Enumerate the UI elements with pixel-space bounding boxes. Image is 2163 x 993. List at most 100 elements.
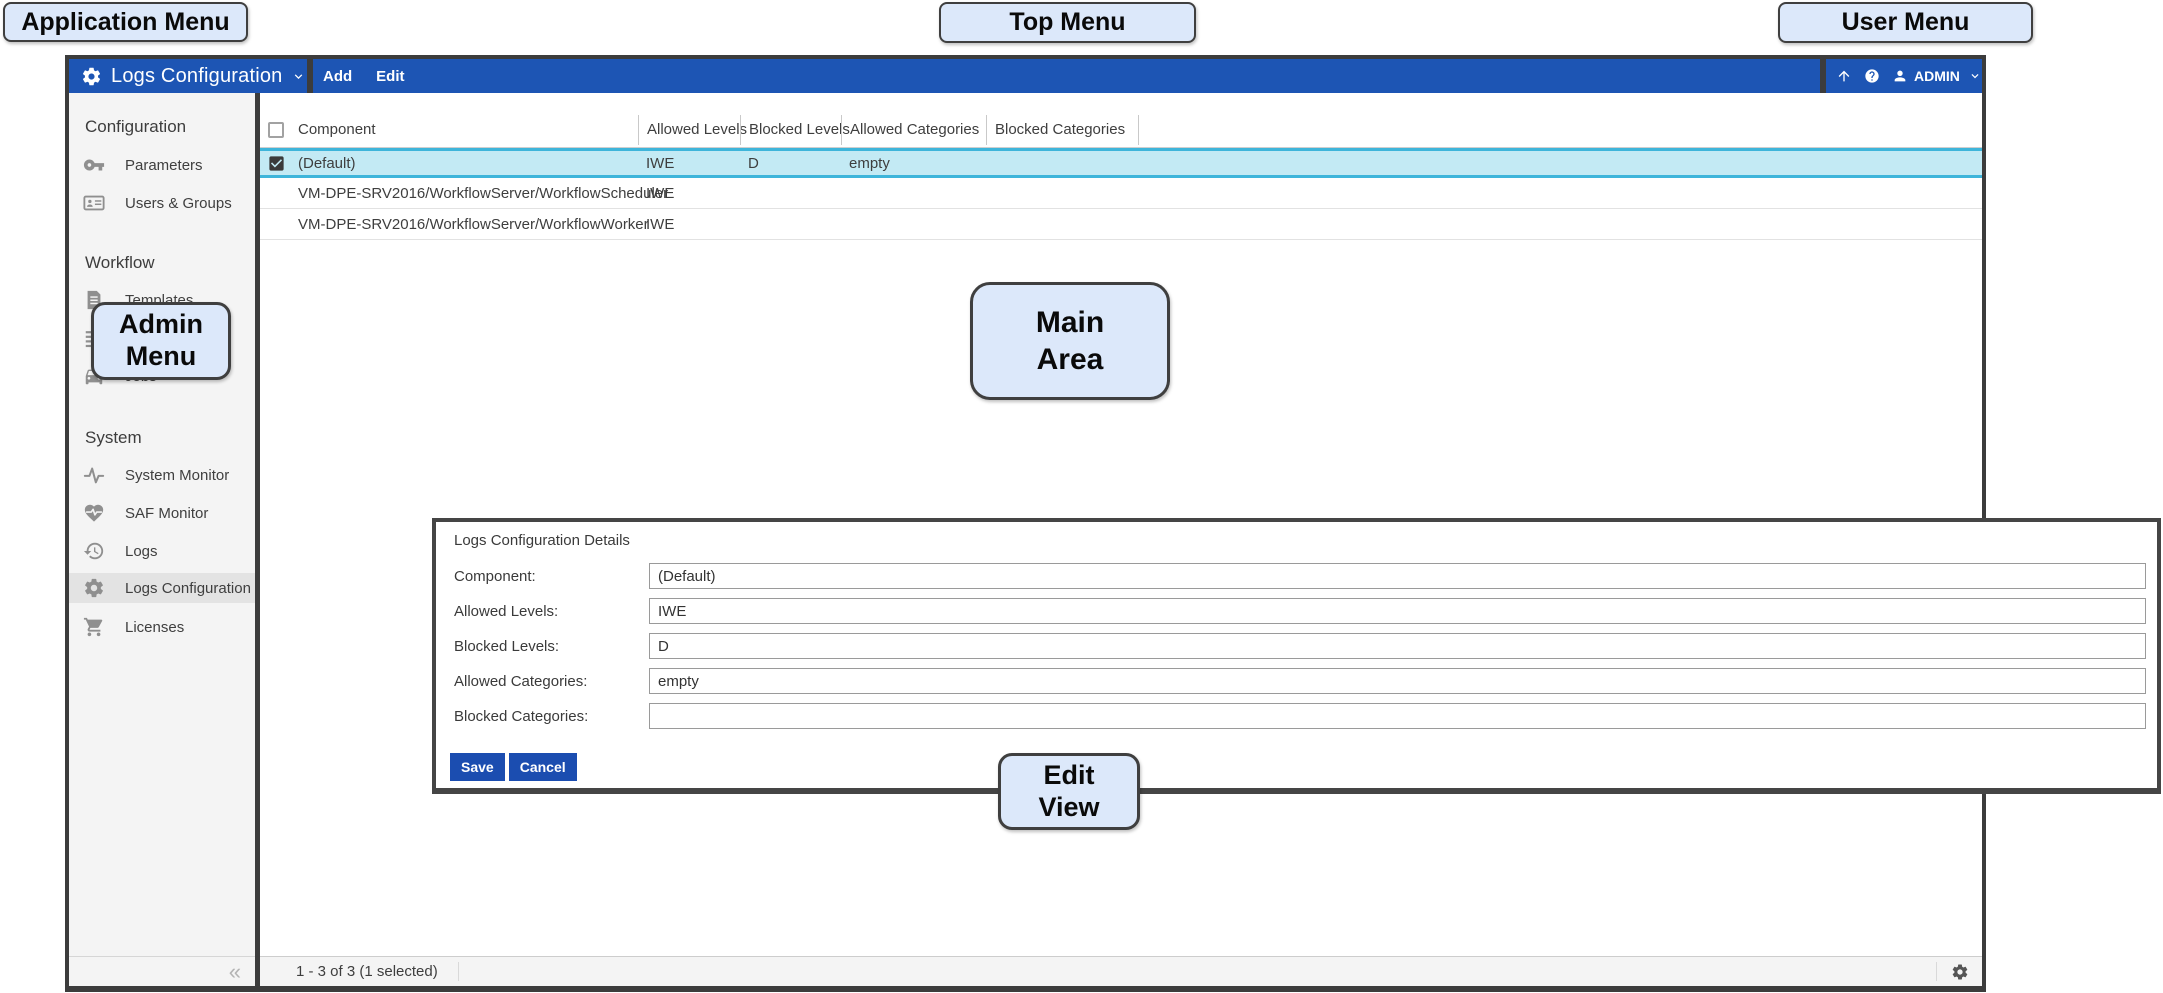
pulse-icon [83, 464, 105, 486]
application-menu-dropdown[interactable]: Logs Configuration [69, 59, 307, 93]
sidebar: Configuration Parameters Users & Groups … [69, 93, 255, 986]
panel-title: Logs Configuration Details [454, 532, 630, 549]
field-label: Blocked Levels: [454, 638, 649, 655]
sidebar-item-licenses[interactable]: Licenses [69, 613, 255, 641]
sidebar-collapse-button[interactable]: « [69, 956, 255, 986]
cancel-button[interactable]: Cancel [509, 753, 577, 781]
column-header-component[interactable]: Component [298, 121, 638, 138]
sidebar-item-label: Logs Configuration [125, 580, 251, 597]
callout-user-menu: User Menu [1778, 2, 2033, 43]
chevron-down-icon [291, 69, 306, 84]
callout-top-menu: Top Menu [939, 2, 1196, 43]
sidebar-item-label: Users & Groups [125, 195, 232, 212]
column-header-filler [1138, 115, 1982, 145]
table-row[interactable]: VM-DPE-SRV2016/WorkflowServer/WorkflowSc… [260, 178, 1982, 209]
form-row-blocked-levels: Blocked Levels: [454, 633, 2146, 659]
gear-icon [1951, 963, 1969, 981]
save-button[interactable]: Save [450, 753, 505, 781]
id-card-icon [83, 192, 105, 214]
sidebar-item-parameters[interactable]: Parameters [69, 151, 255, 179]
user-menu-area: ADMIN [1826, 59, 1982, 93]
blocked-levels-field[interactable] [649, 633, 2146, 659]
status-bar: 1 - 3 of 3 (1 selected) [260, 956, 1982, 986]
table-row[interactable]: VM-DPE-SRV2016/WorkflowServer/WorkflowWo… [260, 209, 1982, 240]
double-chevron-left-icon: « [229, 959, 241, 985]
row-count-summary: 1 - 3 of 3 (1 selected) [296, 963, 438, 980]
field-label: Allowed Levels: [454, 603, 649, 620]
sidebar-item-label: Licenses [125, 619, 184, 636]
cell-component: VM-DPE-SRV2016/WorkflowServer/WorkflowWo… [298, 216, 638, 233]
callout-label: Main [1036, 304, 1104, 342]
edit-view-panel: Logs Configuration Details Component: Al… [432, 518, 2161, 794]
gear-icon [83, 577, 105, 599]
person-icon[interactable] [1892, 68, 1908, 84]
callout-label: Top Menu [1009, 8, 1125, 37]
form-row-component: Component: [454, 563, 2146, 589]
sidebar-item-label: System Monitor [125, 467, 229, 484]
form-row-allowed-levels: Allowed Levels: [454, 598, 2146, 624]
column-header-blocked-levels[interactable]: Blocked Levels [740, 115, 841, 145]
callout-label: Edit [1044, 760, 1095, 792]
column-header-blocked-categories[interactable]: Blocked Categories [986, 115, 1138, 145]
table-header: Component Allowed Levels Blocked Levels … [260, 112, 1982, 148]
cell-allowed-levels: IWE [638, 155, 740, 172]
cell-blocked-levels: D [740, 155, 841, 172]
column-header-allowed-levels[interactable]: Allowed Levels [638, 115, 740, 145]
callout-admin-menu: Admin Menu [91, 302, 231, 380]
sidebar-item-logs-configuration[interactable]: Logs Configuration [69, 573, 255, 603]
form-row-blocked-categories: Blocked Categories: [454, 703, 2146, 729]
table-settings-button[interactable] [1951, 963, 1969, 981]
callout-label: Menu [126, 341, 197, 373]
callout-label: View [1038, 792, 1099, 824]
checked-checkbox-icon[interactable] [267, 154, 286, 173]
field-label: Allowed Categories: [454, 673, 649, 690]
cell-allowed-categories: empty [841, 155, 986, 172]
callout-label: Area [1037, 341, 1104, 379]
top-menu: Add Edit [313, 59, 1820, 93]
allowed-categories-field[interactable] [649, 668, 2146, 694]
blocked-categories-field[interactable] [649, 703, 2146, 729]
key-icon [83, 154, 105, 176]
column-header-allowed-categories[interactable]: Allowed Categories [841, 115, 986, 145]
sidebar-item-users-groups[interactable]: Users & Groups [69, 189, 255, 217]
sidebar-item-label: Parameters [125, 157, 203, 174]
history-icon [83, 540, 105, 562]
sidebar-item-system-monitor[interactable]: System Monitor [69, 461, 255, 489]
sidebar-section-system: System [85, 427, 142, 449]
sidebar-item-label: Logs [125, 543, 158, 560]
sidebar-item-saf-monitor[interactable]: SAF Monitor [69, 499, 255, 527]
cell-component: VM-DPE-SRV2016/WorkflowServer/WorkflowSc… [298, 185, 638, 202]
select-all-checkbox[interactable] [268, 122, 284, 138]
form-buttons: Save Cancel [450, 753, 577, 781]
callout-edit-view: Edit View [998, 753, 1140, 830]
callout-application-menu: Application Menu [3, 2, 248, 42]
user-menu-label[interactable]: ADMIN [1914, 68, 1960, 84]
sidebar-section-workflow: Workflow [85, 252, 155, 274]
callout-label: Application Menu [21, 8, 229, 37]
callout-label: Admin [119, 309, 203, 341]
top-bar: Logs Configuration Add Edit [69, 59, 1982, 93]
form-row-allowed-categories: Allowed Categories: [454, 668, 2146, 694]
add-button[interactable]: Add [323, 68, 352, 85]
sidebar-item-label: SAF Monitor [125, 505, 208, 522]
up-arrow-icon[interactable] [1836, 68, 1852, 84]
field-label: Component: [454, 568, 649, 585]
cell-component: (Default) [298, 155, 638, 172]
statusbar-divider [1936, 962, 1937, 981]
sidebar-section-configuration: Configuration [85, 116, 186, 138]
page: Logs Configuration Add Edit [0, 0, 2163, 993]
gear-icon [81, 66, 102, 87]
table-row[interactable]: (Default) IWE D empty [260, 148, 1982, 178]
cart-icon [83, 616, 105, 638]
heart-pulse-icon [83, 502, 105, 524]
edit-button[interactable]: Edit [376, 68, 404, 85]
help-icon[interactable] [1864, 68, 1880, 84]
cell-allowed-levels: IWE [638, 216, 740, 233]
chevron-down-icon[interactable] [1968, 69, 1982, 83]
cell-allowed-levels: IWE [638, 185, 740, 202]
component-field[interactable] [649, 563, 2146, 589]
sidebar-item-logs[interactable]: Logs [69, 537, 255, 565]
callout-label: User Menu [1842, 8, 1970, 37]
field-label: Blocked Categories: [454, 708, 649, 725]
allowed-levels-field[interactable] [649, 598, 2146, 624]
